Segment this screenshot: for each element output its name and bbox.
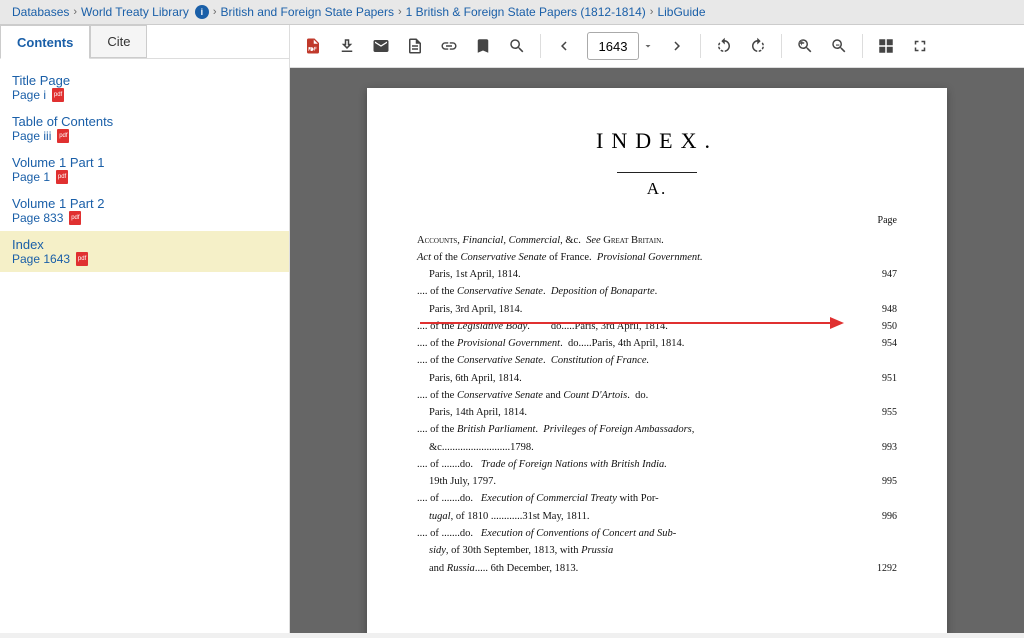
toc-vol1-part1-label[interactable]: Volume 1 Part 1	[12, 155, 277, 170]
bookmark-button[interactable]	[468, 31, 498, 61]
doc-entry-14: .... of .......do. Trade of Foreign Nati…	[417, 457, 897, 473]
breadcrumb-sep-2: ›	[213, 6, 217, 18]
toc-table-contents-label[interactable]: Table of Contents	[12, 114, 277, 129]
email-button[interactable]	[366, 31, 396, 61]
separator-1	[540, 34, 541, 58]
info-icon[interactable]: i	[195, 5, 209, 19]
breadcrumb-libguide[interactable]: LibGuide	[657, 5, 705, 19]
separator-3	[781, 34, 782, 58]
doc-entry-8: .... of the Conservative Senate. Constit…	[417, 353, 897, 369]
prev-button[interactable]	[549, 31, 579, 61]
download-button[interactable]	[332, 31, 362, 61]
sidebar-toc: Title Page Page ipdf Table of Contents P…	[0, 59, 289, 633]
page-navigation	[587, 32, 654, 60]
doc-entry-3: Paris, 1st April, 1814. 947	[417, 267, 897, 283]
doc-button[interactable]	[400, 31, 430, 61]
link-button[interactable]	[434, 31, 464, 61]
toc-vol1-part2-num: Page 833pdf	[12, 211, 277, 225]
toc-vol1-part1-num: Page 1pdf	[12, 170, 277, 184]
toc-title-page-label[interactable]: Title Page	[12, 73, 277, 88]
toc-index-label[interactable]: Index	[12, 237, 277, 252]
toc-index-num: Page 1643pdf	[12, 252, 277, 266]
grid-button[interactable]	[871, 31, 901, 61]
breadcrumb-world-treaty[interactable]: World Treaty Library	[81, 5, 189, 19]
toc-vol1-part2[interactable]: Volume 1 Part 2 Page 833pdf	[0, 190, 289, 231]
separator-2	[700, 34, 701, 58]
doc-entry-4: .... of the Conservative Senate. Deposit…	[417, 284, 897, 300]
doc-entry-16: .... of .......do. Execution of Commerci…	[417, 491, 897, 507]
pdf-icon-2: pdf	[57, 129, 69, 143]
doc-entry-11: Paris, 14th April, 1814. 955	[417, 405, 897, 421]
doc-entry-18: .... of .......do. Execution of Conventi…	[417, 526, 897, 542]
pdf-icon: pdf	[52, 88, 64, 102]
doc-entry-13: &c..........................1798. 993	[417, 440, 897, 456]
separator-4	[862, 34, 863, 58]
page-label: Page	[417, 213, 897, 229]
doc-entry-1: Accounts, Financial, Commercial, &c. See…	[417, 233, 897, 249]
zoom-out-button[interactable]	[824, 31, 854, 61]
doc-section-a: A.	[417, 179, 897, 199]
tab-cite[interactable]: Cite	[90, 25, 147, 58]
toc-title-page-num: Page ipdf	[12, 88, 277, 102]
breadcrumb-british-papers[interactable]: British and Foreign State Papers	[221, 5, 394, 19]
pdf-icon-5: pdf	[76, 252, 88, 266]
page-dropdown-icon	[642, 40, 654, 52]
toc-table-contents-num: Page iiipdf	[12, 129, 277, 143]
doc-entry-20: and Russia..... 6th December, 1813. 1292	[417, 561, 897, 577]
tab-contents[interactable]: Contents	[0, 25, 90, 59]
doc-entry-5: Paris, 3rd April, 1814. 948	[417, 302, 897, 318]
toc-table-contents[interactable]: Table of Contents Page iiipdf	[0, 108, 289, 149]
doc-entry-19: sidy, of 30th September, 1813, with Prus…	[417, 543, 897, 559]
toc-vol1-part2-label[interactable]: Volume 1 Part 2	[12, 196, 277, 211]
doc-entry-17: tugal, of 1810 ............31st May, 181…	[417, 509, 897, 525]
pdf-icon-4: pdf	[69, 211, 81, 225]
doc-index-title: INDEX.	[417, 128, 897, 154]
pdf-icon-3: pdf	[56, 170, 68, 184]
toc-title-page[interactable]: Title Page Page ipdf	[0, 67, 289, 108]
toc-index[interactable]: Index Page 1643pdf	[0, 231, 289, 272]
toolbar	[290, 25, 1024, 68]
next-button[interactable]	[662, 31, 692, 61]
doc-content: Page Accounts, Financial, Commercial, &c…	[417, 213, 897, 577]
doc-entry-6: .... of the Legislative Body. do.....Par…	[417, 319, 897, 335]
breadcrumb: Databases › World Treaty Library i › Bri…	[0, 0, 1024, 25]
fullscreen-button[interactable]	[905, 31, 935, 61]
breadcrumb-databases[interactable]: Databases	[12, 5, 69, 19]
rotate-left-button[interactable]	[709, 31, 739, 61]
search-button[interactable]	[502, 31, 532, 61]
breadcrumb-sep-3: ›	[398, 6, 402, 18]
sidebar-tabs: Contents Cite	[0, 25, 289, 59]
rotate-right-button[interactable]	[743, 31, 773, 61]
doc-entry-9: Paris, 6th April, 1814. 951	[417, 371, 897, 387]
toc-vol1-part1[interactable]: Volume 1 Part 1 Page 1pdf	[0, 149, 289, 190]
breadcrumb-sep-4: ›	[650, 6, 654, 18]
pdf-button[interactable]	[298, 31, 328, 61]
breadcrumb-volume[interactable]: 1 British & Foreign State Papers (1812-1…	[406, 5, 646, 19]
document-page: INDEX. A. Page Accounts, Financial, Comm…	[367, 88, 947, 633]
page-input[interactable]	[587, 32, 639, 60]
sidebar: Contents Cite Title Page Page ipdf Table…	[0, 25, 290, 633]
content-area: INDEX. A. Page Accounts, Financial, Comm…	[290, 25, 1024, 633]
doc-entry-12: .... of the British Parliament. Privileg…	[417, 422, 897, 438]
doc-entry-2: Act of the Conservative Senate of France…	[417, 250, 897, 266]
doc-entry-7: .... of the Provisional Government. do..…	[417, 336, 897, 352]
doc-rule	[617, 172, 697, 173]
doc-entry-15: 19th July, 1797. 995	[417, 474, 897, 490]
zoom-in-button[interactable]	[790, 31, 820, 61]
document-viewer: INDEX. A. Page Accounts, Financial, Comm…	[290, 68, 1024, 633]
doc-entry-10: .... of the Conservative Senate and Coun…	[417, 388, 897, 404]
breadcrumb-sep-1: ›	[73, 6, 77, 18]
